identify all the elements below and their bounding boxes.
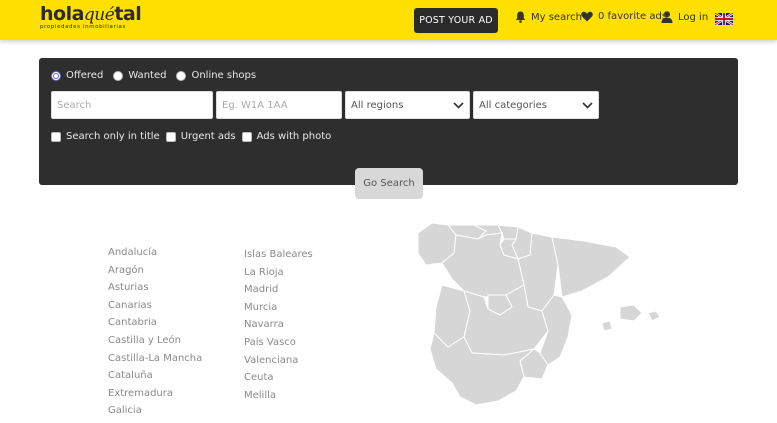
search-input[interactable]: Search (51, 91, 213, 119)
site-logo[interactable]: holaquétal propiedades inmobiliarias (40, 3, 152, 33)
my-search-link[interactable]: My search (515, 11, 582, 23)
bell-icon (515, 11, 526, 23)
region-link[interactable]: Ceuta (244, 372, 313, 390)
filter-label-photo: Ads with photo (256, 131, 332, 142)
my-search-label: My search (531, 11, 582, 23)
region-link[interactable]: La Rioja (244, 267, 313, 285)
filter-label-urgent: Urgent ads (180, 131, 236, 142)
region-link[interactable]: Castilla y León (108, 335, 202, 353)
radio-label-wanted: Wanted (128, 70, 167, 81)
radio-button-offered[interactable] (51, 70, 61, 81)
region-link[interactable]: Extremadura (108, 388, 202, 406)
checkbox-title-only[interactable] (51, 131, 61, 142)
region-select[interactable]: All regions (345, 91, 470, 119)
postcode-input[interactable]: Eg. W1A 1AA (216, 91, 342, 119)
map-region-islas-baleares[interactable] (619, 304, 643, 322)
logo-tagline: propiedades inmobiliarias (40, 24, 126, 30)
region-select-value: All regions (351, 99, 404, 111)
checkbox-urgent[interactable] (165, 131, 176, 142)
spain-region-map[interactable] (412, 215, 677, 423)
favorites-label: 0 favorite ads (598, 11, 668, 22)
heart-icon (581, 11, 593, 22)
radio-button-online-shops[interactable] (176, 70, 187, 81)
category-select[interactable]: All categories (473, 91, 599, 119)
region-link[interactable]: Madrid (244, 284, 313, 302)
region-link[interactable]: País Vasco (244, 337, 313, 355)
region-list-column-1: Andalucía Aragón Asturias Canarias Cantabria… (108, 247, 202, 423)
radio-wanted[interactable]: Wanted (113, 70, 166, 81)
user-icon (661, 11, 673, 23)
region-link[interactable]: Islas Baleares (244, 249, 313, 267)
post-ad-button[interactable]: POST YOUR AD (414, 8, 498, 33)
ad-type-radio-group: Offered Wanted Online shops (51, 70, 266, 81)
search-panel: Offered Wanted Online shops Search Eg. W… (39, 58, 738, 185)
map-region-cataluna[interactable] (551, 236, 631, 298)
region-link[interactable]: Andalucía (108, 247, 202, 265)
search-filters: Search only in title Urgent ads Ads with… (51, 131, 337, 142)
checkbox-photo[interactable] (241, 131, 252, 142)
category-select-value: All categories (479, 99, 547, 111)
chevron-down-icon (582, 101, 593, 109)
go-search-button[interactable]: Go Search (355, 168, 423, 199)
chevron-down-icon (453, 101, 464, 109)
login-label: Log in (678, 11, 709, 23)
radio-offered[interactable]: Offered (51, 70, 103, 81)
region-link[interactable]: Asturias (108, 282, 202, 300)
radio-button-wanted[interactable] (113, 70, 124, 81)
region-link[interactable]: Valenciana (244, 355, 313, 373)
filter-label-title-only: Search only in title (66, 131, 160, 142)
region-link[interactable]: Galicia (108, 405, 202, 423)
login-link[interactable]: Log in (661, 11, 708, 23)
region-link[interactable]: Melilla (244, 390, 313, 408)
region-link[interactable]: Murcia (244, 302, 313, 320)
region-link[interactable]: Aragón (108, 265, 202, 283)
uk-flag-icon[interactable] (715, 13, 733, 25)
radio-online-shops[interactable]: Online shops (176, 70, 256, 81)
top-header: holaquétal propiedades inmobiliarias POS… (0, 0, 777, 40)
region-link[interactable]: Cataluña (108, 370, 202, 388)
region-link[interactable]: Castilla-La Mancha (108, 353, 202, 371)
favorites-link[interactable]: 0 favorite ads (581, 11, 667, 22)
filter-urgent[interactable]: Urgent ads (165, 131, 236, 142)
filter-photo[interactable]: Ads with photo (241, 131, 332, 142)
region-link[interactable]: Cantabria (108, 317, 202, 335)
radio-label-offered: Offered (66, 70, 104, 81)
region-link[interactable]: Navarra (244, 319, 313, 337)
region-list-column-2: Islas Baleares La Rioja Madrid Murcia Navarr… (244, 249, 313, 407)
region-link[interactable]: Canarias (108, 300, 202, 318)
logo-text-hola: hola (40, 3, 84, 25)
logo-text-que: qué (83, 5, 115, 25)
logo-text-tal: tal (114, 3, 142, 25)
filter-title-only[interactable]: Search only in title (51, 131, 160, 142)
radio-label-online-shops: Online shops (191, 70, 257, 81)
